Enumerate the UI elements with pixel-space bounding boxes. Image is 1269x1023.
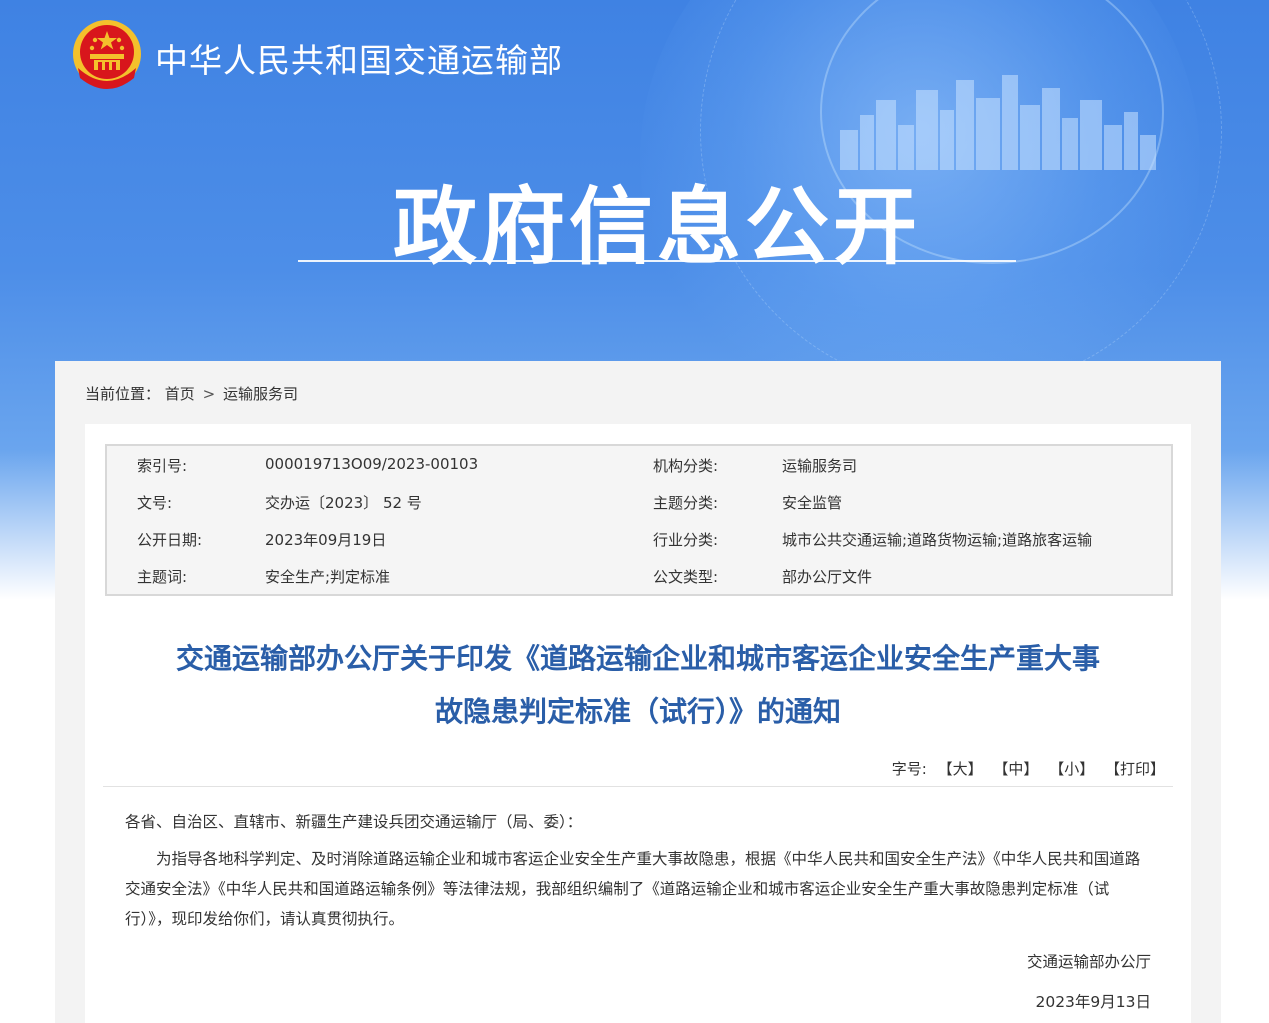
metadata-value: 安全生产;判定标准 — [265, 568, 391, 586]
metadata-value: 安全监管 — [782, 494, 843, 512]
breadcrumb-home-link[interactable]: 首页 — [165, 385, 195, 403]
article-content: 索引号: 000019713O09/2023-00103 机构分类: 运输服务司… — [85, 424, 1191, 1023]
document-title: 交通运输部办公厅关于印发《道路运输企业和城市客运企业安全生产重大事 故隐患判定标… — [85, 632, 1191, 738]
title-underline — [298, 260, 1016, 262]
metadata-row: 文号: 交办运〔2023〕 52 号 主题分类: 安全监管 — [107, 483, 1171, 520]
metadata-label: 机构分类: — [653, 457, 719, 475]
metadata-label: 行业分类: — [653, 531, 719, 549]
salutation: 各省、自治区、直辖市、新疆生产建设兵团交通运输厅（局、委）： — [125, 813, 583, 831]
city-skyline-icon — [840, 75, 1156, 170]
metadata-value: 城市公共交通运输;道路货物运输;道路旅客运输 — [782, 531, 1093, 549]
signature: 交通运输部办公厅 — [1026, 953, 1151, 971]
metadata-value: 运输服务司 — [782, 457, 858, 475]
section-title: 政府信息公开 — [392, 178, 921, 276]
divider — [103, 786, 1173, 787]
breadcrumb-separator: > — [202, 385, 216, 403]
font-size-small-button[interactable]: 【小】 — [1049, 760, 1094, 778]
metadata-label: 索引号: — [137, 457, 188, 475]
metadata-label: 公开日期: — [137, 531, 203, 549]
metadata-row: 公开日期: 2023年09月19日 行业分类: 城市公共交通运输;道路货物运输;… — [107, 520, 1171, 557]
document-date: 2023年9月13日 — [1035, 993, 1151, 1011]
ministry-name[interactable]: 中华人民共和国交通运输部 — [155, 34, 563, 82]
font-size-large-button[interactable]: 【大】 — [938, 760, 983, 778]
metadata-value: 交办运〔2023〕 52 号 — [265, 494, 422, 512]
body-paragraph: 为指导各地科学判定、及时消除道路运输企业和城市客运企业安全生产重大事故隐患，根据… — [125, 850, 1141, 928]
metadata-label: 公文类型: — [653, 568, 719, 586]
breadcrumb-label: 当前位置： — [85, 385, 161, 403]
metadata-value: 000019713O09/2023-00103 — [265, 455, 479, 473]
breadcrumb: 当前位置： 首页 > 运输服务司 — [85, 383, 298, 404]
metadata-value: 2023年09月19日 — [265, 531, 387, 549]
metadata-label: 主题分类: — [653, 494, 719, 512]
font-size-controls: 字号: 【大】 【中】 【小】 【打印】 — [892, 758, 1165, 779]
national-emblem-icon — [73, 20, 141, 89]
main-panel: 当前位置： 首页 > 运输服务司 索引号: 000019713O09/2023-… — [55, 361, 1221, 1023]
font-size-medium-button[interactable]: 【中】 — [993, 760, 1038, 778]
document-metadata-table: 索引号: 000019713O09/2023-00103 机构分类: 运输服务司… — [105, 444, 1173, 596]
metadata-label: 主题词: — [137, 568, 188, 586]
font-size-label: 字号: — [891, 760, 927, 778]
metadata-value: 部办公厅文件 — [782, 568, 873, 586]
document-title-line: 故隐患判定标准（试行）》的通知 — [434, 695, 841, 728]
document-title-line: 交通运输部办公厅关于印发《道路运输企业和城市客运企业安全生产重大事 — [175, 642, 1100, 675]
metadata-label: 文号: — [137, 494, 173, 512]
print-button[interactable]: 【打印】 — [1105, 760, 1165, 778]
metadata-row: 索引号: 000019713O09/2023-00103 机构分类: 运输服务司 — [107, 446, 1171, 483]
breadcrumb-department-link[interactable]: 运输服务司 — [223, 385, 298, 403]
metadata-row: 主题词: 安全生产;判定标准 公文类型: 部办公厅文件 — [107, 557, 1171, 594]
